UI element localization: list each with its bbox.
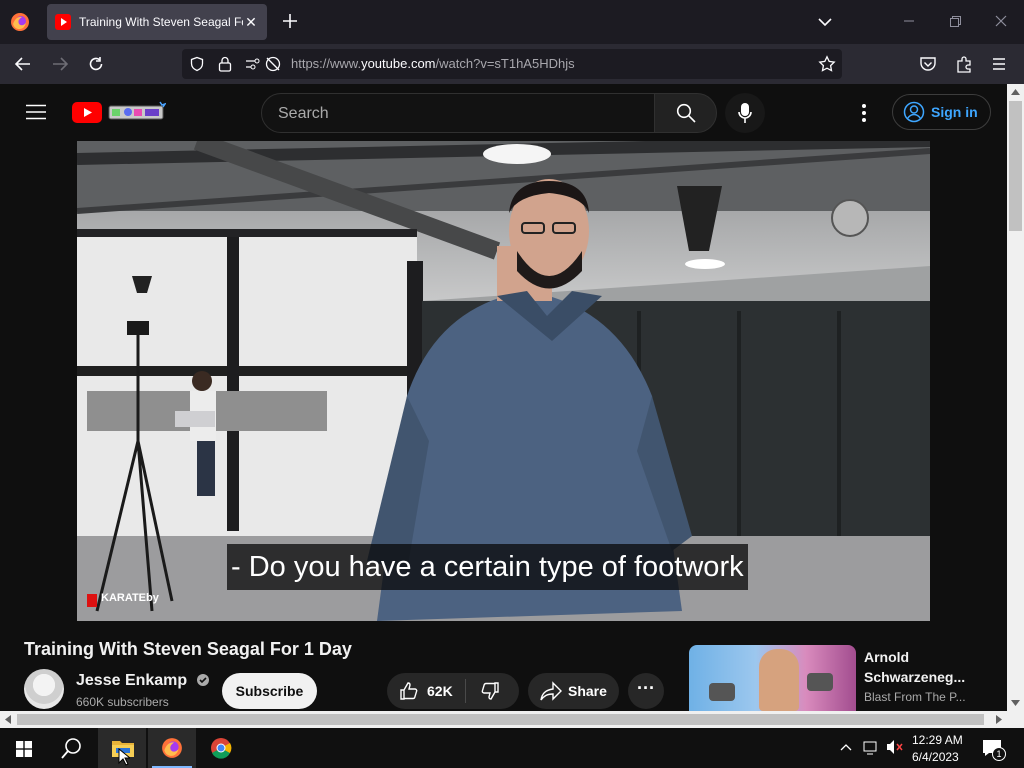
network-icon[interactable]: [863, 740, 879, 756]
firefox-taskbar-button[interactable]: [148, 728, 196, 768]
windows-taskbar: 12:29 AM 6/4/2023 1: [0, 728, 1024, 768]
url-domain: youtube.com: [361, 56, 436, 71]
scroll-up-arrow-icon[interactable]: [1011, 89, 1020, 95]
clock-time[interactable]: 12:29 AM: [912, 733, 963, 747]
tracking-protection-shield-icon[interactable]: [189, 56, 205, 72]
chrome-icon: [210, 737, 232, 759]
like-button[interactable]: 62K: [387, 673, 465, 709]
url-path: /watch?v=sT1hA5HDhjs: [435, 56, 575, 71]
youtube-page: Search Sign in - Do you have a certain t…: [0, 84, 1007, 711]
more-options-icon[interactable]: [855, 103, 873, 123]
taskbar-search-icon: [61, 737, 83, 759]
share-button[interactable]: Share: [528, 673, 619, 709]
horizontal-scrollbar[interactable]: [0, 711, 1007, 728]
share-label: Share: [568, 683, 607, 699]
tab-youtube-video[interactable]: Training With Steven Seagal For 1 Day ✕: [47, 4, 267, 40]
video-metadata: Training With Steven Seagal For 1 Day Je…: [0, 621, 1007, 711]
channel-name[interactable]: Jesse Enkamp: [76, 672, 210, 690]
youtube-header: Search Sign in: [0, 84, 1007, 141]
voice-search-button[interactable]: [725, 93, 765, 133]
show-hidden-icons-icon[interactable]: [840, 742, 852, 752]
lock-icon[interactable]: [217, 55, 233, 73]
autoplay-blocked-icon[interactable]: [264, 55, 282, 73]
scroll-down-arrow-icon[interactable]: [1011, 700, 1020, 706]
horizontal-scroll-thumb[interactable]: [17, 714, 984, 725]
mouse-cursor-icon: [118, 748, 130, 766]
dislike-button[interactable]: [466, 673, 519, 709]
minimize-window-icon[interactable]: [902, 14, 916, 28]
youtube-logo-icon[interactable]: [72, 102, 102, 123]
firefox-icon: [161, 737, 183, 759]
search-button[interactable]: [654, 93, 717, 133]
scroll-right-arrow-icon[interactable]: [996, 715, 1002, 724]
channel-name-text: Jesse Enkamp: [76, 672, 188, 689]
search-placeholder: Search: [278, 105, 329, 122]
reload-icon[interactable]: [87, 55, 105, 73]
search-input[interactable]: Search: [261, 93, 655, 133]
closed-caption: - Do you have a certain type of footwork: [227, 544, 748, 590]
guide-menu-icon[interactable]: [26, 104, 46, 120]
vertical-scroll-thumb[interactable]: [1009, 101, 1022, 231]
vertical-scrollbar[interactable]: [1007, 84, 1024, 711]
subscriber-count: 660K subscribers: [76, 695, 169, 709]
video-player[interactable]: - Do you have a certain type of footwork…: [77, 141, 930, 621]
restore-window-icon[interactable]: [948, 14, 962, 28]
extensions-icon[interactable]: [955, 55, 973, 73]
account-circle-icon: [903, 101, 925, 123]
tab-title: Training With Steven Seagal For 1 Day: [79, 15, 243, 29]
thumbnail-dumbbell-left: [709, 683, 735, 701]
ellipsis-icon: ···: [637, 678, 655, 698]
volume-muted-icon[interactable]: [886, 739, 904, 755]
microphone-icon: [738, 102, 752, 124]
doodle-logo-icon[interactable]: [108, 100, 166, 122]
close-window-icon[interactable]: [994, 14, 1008, 28]
channel-watermark: KARATEby: [87, 592, 159, 604]
taskbar-search-button[interactable]: [48, 728, 96, 768]
clock-date[interactable]: 6/4/2023: [912, 750, 959, 764]
windows-logo-icon: [16, 741, 32, 757]
youtube-favicon-icon: [55, 14, 71, 30]
url-text[interactable]: https://www.youtube.com/watch?v=sT1hA5HD…: [291, 56, 575, 71]
app-menu-icon[interactable]: [991, 56, 1007, 72]
share-arrow-icon: [540, 681, 562, 701]
thumbs-down-icon: [480, 681, 500, 701]
new-tab-icon[interactable]: [281, 12, 299, 30]
video-title: Training With Steven Seagal For 1 Day: [24, 639, 352, 659]
bookmark-star-icon[interactable]: [818, 55, 836, 73]
start-button[interactable]: [0, 728, 48, 768]
subscribe-button[interactable]: Subscribe: [222, 673, 317, 709]
forward-icon[interactable]: [51, 56, 69, 72]
more-actions-button[interactable]: ···: [628, 673, 664, 709]
sign-in-label: Sign in: [931, 104, 978, 120]
url-prefix: https://www.: [291, 56, 362, 71]
like-count: 62K: [427, 683, 453, 699]
notification-count-badge: 1: [992, 747, 1006, 761]
scrollbar-corner: [1007, 711, 1024, 728]
sign-in-button[interactable]: Sign in: [892, 94, 991, 130]
thumbs-up-icon: [399, 681, 419, 701]
permissions-icon[interactable]: [244, 56, 264, 72]
browser-navbar: https://www.youtube.com/watch?v=sT1hA5HD…: [0, 44, 1024, 84]
related-video-channel: Blast From The P...: [864, 690, 966, 704]
firefox-menu-icon[interactable]: [10, 12, 30, 32]
scroll-left-arrow-icon[interactable]: [5, 715, 11, 724]
thumbnail-dumbbell-right: [807, 673, 833, 691]
search-icon: [676, 103, 696, 123]
browser-tab-strip: Training With Steven Seagal For 1 Day ✕: [0, 0, 1024, 44]
pocket-icon[interactable]: [919, 55, 937, 73]
like-dislike-group: 62K: [387, 673, 519, 709]
related-video-title[interactable]: Arnold Schwarzeneg...: [864, 647, 994, 687]
back-icon[interactable]: [14, 56, 32, 72]
file-explorer-button[interactable]: [98, 728, 146, 768]
related-video-thumbnail[interactable]: [689, 645, 856, 711]
channel-avatar[interactable]: [24, 669, 64, 709]
verified-badge-icon: [196, 673, 210, 687]
address-bar[interactable]: https://www.youtube.com/watch?v=sT1hA5HD…: [182, 49, 842, 79]
watermark-text: KARATEby: [101, 592, 159, 604]
chrome-taskbar-button[interactable]: [197, 728, 245, 768]
list-all-tabs-icon[interactable]: [817, 14, 833, 30]
thumbnail-figure: [759, 649, 799, 711]
close-tab-icon[interactable]: ✕: [243, 14, 259, 31]
